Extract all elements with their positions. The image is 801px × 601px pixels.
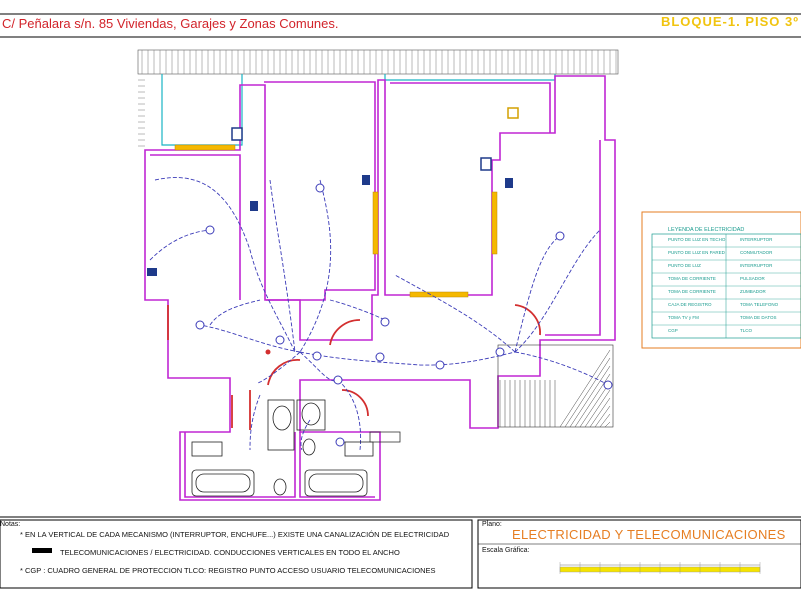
bathroom-fixtures — [191, 399, 374, 497]
legend-item: PULSADOR — [740, 276, 765, 281]
legend-item: INTERRUPTOR — [740, 237, 773, 242]
telecom-swatch-icon — [32, 548, 52, 553]
drawing-frame — [0, 13, 801, 589]
legend-title: LEYENDA DE ELECTRICIDAD — [668, 227, 745, 233]
drain-box — [369, 431, 401, 443]
floor-plan-walls — [144, 75, 616, 501]
outlet-symbols — [195, 183, 613, 447]
legend-item: PUNTO DE LUZ — [668, 263, 701, 268]
plano-label: Plano: — [482, 521, 502, 528]
note-line: TELECOMUNICACIONES / ELECTRICIDAD. CONDU… — [60, 548, 400, 557]
project-title: C/ Peñalara s/n. 85 Viviendas, Garajes y… — [2, 16, 339, 31]
legend-item: TOMA DE CORRIENTE — [668, 276, 716, 281]
note-line: * CGP : CUADRO GENERAL DE PROTECCION TLC… — [20, 566, 436, 575]
notes-label: Notas: — [0, 521, 21, 528]
block-label: BLOQUE-1. PISO 3º — [660, 14, 799, 29]
legend-item: CAJA DE REGISTRO — [668, 302, 712, 307]
scale-label: Escala Gráfica: — [482, 547, 530, 554]
legend-item: TOMA TELEFONO — [740, 302, 779, 307]
legend-item: ZUMBADOR — [740, 289, 766, 294]
plano-title: ELECTRICIDAD Y TELECOMUNICACIONES — [512, 527, 786, 542]
roof-hatching — [137, 49, 619, 75]
legend-item: TOMA DE CORRIENTE — [668, 289, 716, 294]
doors — [167, 304, 541, 430]
terrace-outline — [161, 74, 556, 146]
legend-item: CGP — [668, 328, 678, 333]
legend-item: INTERRUPTOR — [740, 263, 773, 268]
legend-item: TLCO — [740, 328, 753, 333]
legend-item: CONMUTADOR — [740, 250, 773, 255]
legend-item: PUNTO DE LUZ EN TECHO — [668, 237, 726, 242]
legend-item: PUNTO DE LUZ EN PARED — [668, 250, 725, 255]
legend-item: TOMA TV y FM — [668, 315, 699, 320]
wiring-circuits — [149, 177, 609, 451]
legend-item: TOMA DE DATOS — [740, 315, 777, 320]
junction-dot — [265, 349, 271, 355]
note-line: * EN LA VERTICAL DE CADA MECANISMO (INTE… — [20, 530, 450, 539]
